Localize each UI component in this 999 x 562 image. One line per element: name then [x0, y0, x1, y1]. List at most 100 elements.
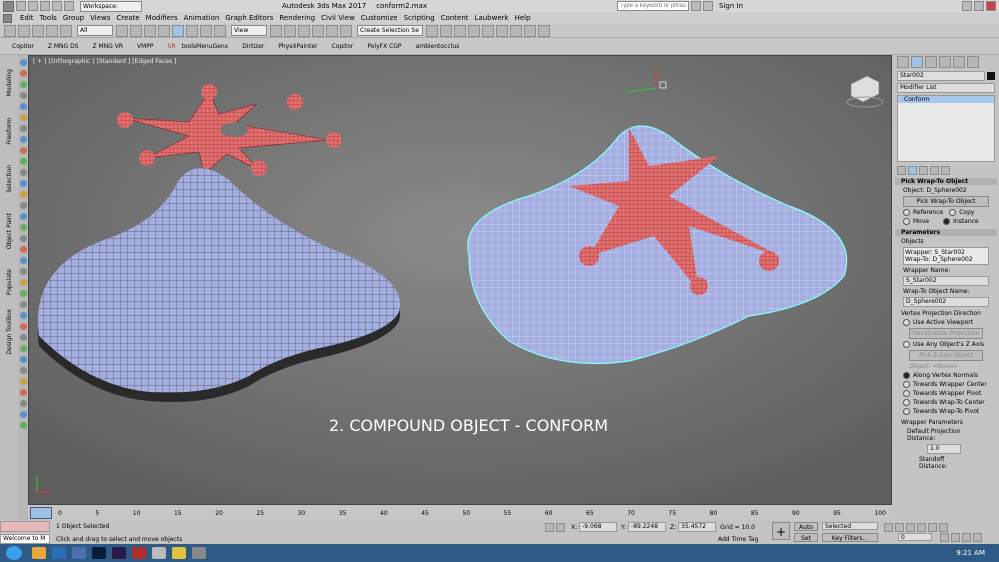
search-input[interactable]: [617, 1, 690, 11]
ie-icon[interactable]: [52, 547, 66, 559]
tool-icon[interactable]: [19, 59, 27, 66]
favorites-icon[interactable]: [703, 1, 714, 11]
tool-icon[interactable]: [19, 125, 27, 132]
viewport-label[interactable]: [ + ] [Orthographic ] [Standard ] [Edged…: [33, 58, 176, 65]
tab-object-paint[interactable]: Object Paint: [6, 213, 13, 249]
current-frame-field[interactable]: 0: [898, 533, 932, 541]
app-taskbar-icon[interactable]: [192, 547, 206, 559]
tool-icon[interactable]: [19, 92, 27, 99]
maxscript-mini-listener[interactable]: Welcome to M: [0, 534, 50, 544]
use-any-z-radio[interactable]: [903, 341, 910, 348]
pick-wrap-to-button[interactable]: Pick Wrap-To Object: [903, 196, 989, 207]
tab-freeform[interactable]: Freeform: [6, 118, 13, 145]
tool-icon[interactable]: [19, 279, 27, 286]
tab-populate[interactable]: Populate: [6, 269, 13, 295]
tool-icon[interactable]: [19, 202, 27, 209]
explorer-icon[interactable]: [32, 547, 46, 559]
menu-civil-view[interactable]: Civil View: [321, 14, 355, 22]
close-button[interactable]: [986, 1, 996, 11]
tool-icon[interactable]: [19, 323, 27, 330]
curve-editor-icon[interactable]: [468, 24, 480, 37]
snaps-icon[interactable]: [284, 24, 296, 37]
pivot-icon[interactable]: [270, 24, 282, 37]
tool-icon[interactable]: [19, 411, 27, 418]
menu-animation[interactable]: Animation: [184, 14, 220, 22]
tool-icon[interactable]: [19, 158, 27, 165]
selection-filter-dropdown[interactable]: All: [77, 25, 113, 36]
window-crossing-icon[interactable]: [158, 24, 170, 37]
tool-icon[interactable]: [19, 235, 27, 242]
redo-icon[interactable]: [18, 24, 30, 37]
add-time-tag[interactable]: Add Time Tag: [718, 536, 758, 543]
z-coord-field[interactable]: 35.4572: [678, 522, 717, 532]
redo-icon[interactable]: [64, 1, 74, 11]
object-name-field[interactable]: Star002: [897, 71, 985, 81]
ribbon-tab[interactable]: ambientocclus: [416, 43, 460, 50]
zoom-icon[interactable]: [951, 533, 960, 542]
mirror-icon[interactable]: [426, 24, 438, 37]
tool-icon[interactable]: [19, 169, 27, 176]
tool-icon[interactable]: [19, 301, 27, 308]
instance-radio[interactable]: [943, 218, 951, 225]
set-key-big-icon[interactable]: +: [772, 522, 790, 540]
menu-edit[interactable]: Edit: [20, 14, 34, 22]
tab-modeling[interactable]: Modeling: [6, 69, 13, 96]
open-icon[interactable]: [28, 1, 38, 11]
app-menu-icon[interactable]: [3, 13, 12, 23]
tool-icon[interactable]: [19, 345, 27, 352]
go-to-start-icon[interactable]: [884, 522, 893, 532]
menu-tools[interactable]: Tools: [40, 14, 57, 22]
menu-scripting[interactable]: Scripting: [404, 14, 435, 22]
tool-icon[interactable]: [19, 356, 27, 363]
menu-customize[interactable]: Customize: [361, 14, 398, 22]
utilities-tab-icon[interactable]: [967, 56, 979, 68]
tool-icon[interactable]: [19, 422, 27, 429]
acrobat-icon[interactable]: [132, 547, 146, 559]
configure-sets-icon[interactable]: [941, 165, 950, 175]
tool-icon[interactable]: [19, 103, 27, 110]
x-coord-field[interactable]: -9.068: [579, 522, 618, 532]
towards-wrapto-center-radio[interactable]: [903, 399, 910, 406]
recalculate-projection-button[interactable]: Recalculate Projection: [909, 328, 983, 339]
isolate-icon[interactable]: [545, 522, 554, 532]
tool-icon[interactable]: [19, 81, 27, 88]
tool-icon[interactable]: [19, 389, 27, 396]
wrapper-name-field[interactable]: S_Star002: [903, 276, 989, 286]
new-icon[interactable]: [16, 1, 26, 11]
tool-icon[interactable]: [19, 400, 27, 407]
scale-icon[interactable]: [200, 24, 212, 37]
towards-wrapper-center-radio[interactable]: [903, 381, 910, 388]
move-icon[interactable]: [172, 24, 184, 37]
objects-list-item[interactable]: Wrap-To: D_Sphere002: [905, 256, 987, 263]
workspace-dropdown[interactable]: Workspace: Default: [80, 0, 142, 19]
layer-explorer-icon[interactable]: [454, 24, 466, 37]
y-coord-field[interactable]: -89.2248: [628, 522, 667, 532]
ribbon-tab[interactable]: toolsMenuGenx: [182, 43, 229, 50]
tool-icon[interactable]: [19, 70, 27, 77]
tool-icon[interactable]: [19, 147, 27, 154]
ribbon-tab[interactable]: Dirtizer: [242, 43, 264, 50]
start-button[interactable]: [6, 546, 22, 560]
hierarchy-tab-icon[interactable]: [925, 56, 937, 68]
go-to-end-icon[interactable]: [928, 522, 937, 532]
motion-tab-icon[interactable]: [939, 56, 951, 68]
tool-icon[interactable]: [19, 290, 27, 297]
time-config-icon[interactable]: [940, 533, 949, 542]
orbit-icon[interactable]: [973, 533, 982, 542]
ribbon-tab[interactable]: Copitor: [332, 43, 354, 50]
ribbon-tab[interactable]: SR: [168, 43, 176, 50]
key-mode-icon[interactable]: [939, 522, 948, 532]
time-slider[interactable]: [30, 507, 52, 519]
along-normals-radio[interactable]: [903, 372, 910, 379]
tool-icon[interactable]: [19, 224, 27, 231]
clock[interactable]: 9:21 AM: [956, 549, 985, 557]
show-end-result-icon[interactable]: [908, 165, 917, 175]
menu-graph-editors[interactable]: Graph Editors: [225, 14, 273, 22]
select-object-icon[interactable]: [116, 24, 128, 37]
create-tab-icon[interactable]: [897, 56, 909, 68]
ribbon-tab[interactable]: Copitor: [12, 43, 34, 50]
remove-modifier-icon[interactable]: [930, 165, 939, 175]
pick-z-axis-button[interactable]: Pick Z-Axis Object: [909, 350, 983, 361]
menu-group[interactable]: Group: [63, 14, 84, 22]
render-frame-icon[interactable]: [524, 24, 536, 37]
